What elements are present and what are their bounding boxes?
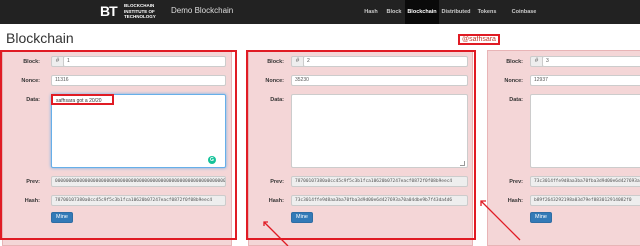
annotation-arrows [263,200,521,246]
arrow-to-block-2-hash [480,200,521,241]
arrow-to-block-1-hash [263,221,289,246]
